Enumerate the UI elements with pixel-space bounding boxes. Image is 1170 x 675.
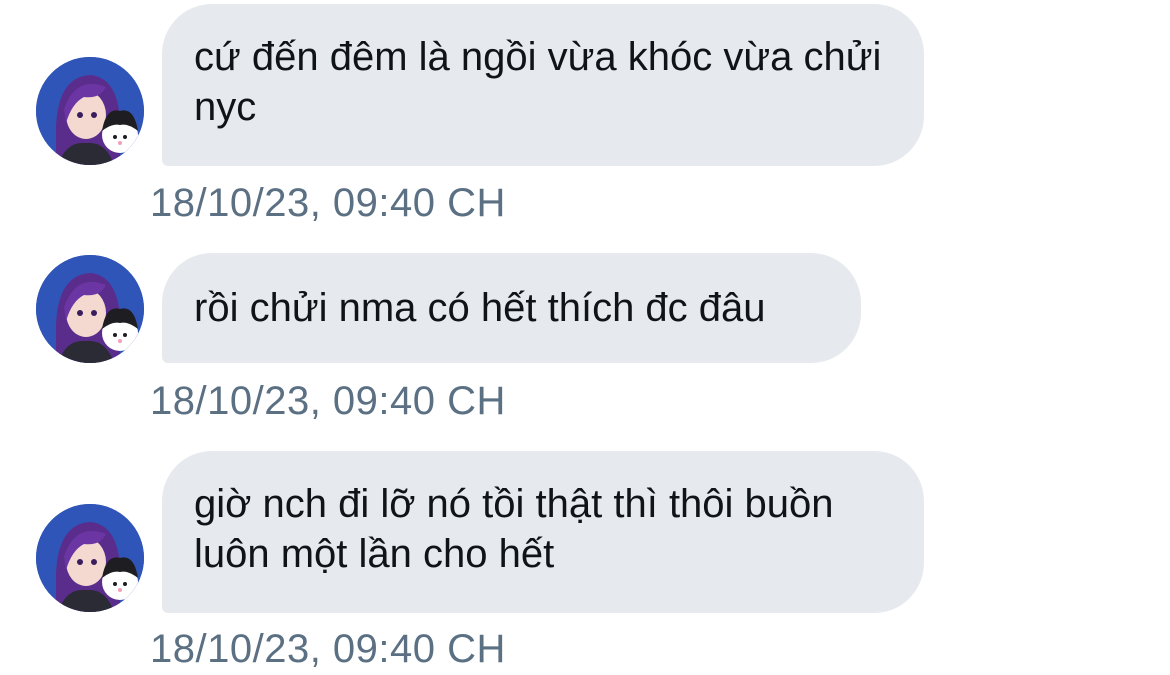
message-bubble[interactable]: giờ nch đi lỡ nó tồi thật thì thôi buồn … xyxy=(162,451,924,613)
message-text: cứ đến đêm là ngồi vừa khóc vừa chửi nyc xyxy=(194,35,882,129)
message-text: giờ nch đi lỡ nó tồi thật thì thôi buồn … xyxy=(194,482,834,576)
avatar[interactable] xyxy=(36,255,144,363)
avatar[interactable] xyxy=(36,504,144,612)
message-timestamp: 18/10/23, 09:40 CH xyxy=(150,379,506,423)
message-timestamp: 18/10/23, 09:40 CH xyxy=(150,181,506,225)
message-bubble[interactable]: rồi chửi nma có hết thích đc đâu xyxy=(162,253,861,363)
avatar[interactable] xyxy=(36,57,144,165)
anime-avatar-icon xyxy=(36,57,144,165)
message-bubble[interactable]: cứ đến đêm là ngồi vừa khóc vừa chửi nyc xyxy=(162,4,924,166)
anime-avatar-icon xyxy=(36,255,144,363)
message-text: rồi chửi nma có hết thích đc đâu xyxy=(194,286,766,330)
message-timestamp: 18/10/23, 09:40 CH xyxy=(150,627,506,671)
message-thread: cứ đến đêm là ngồi vừa khóc vừa chửi nyc… xyxy=(0,0,1170,675)
anime-avatar-icon xyxy=(36,504,144,612)
